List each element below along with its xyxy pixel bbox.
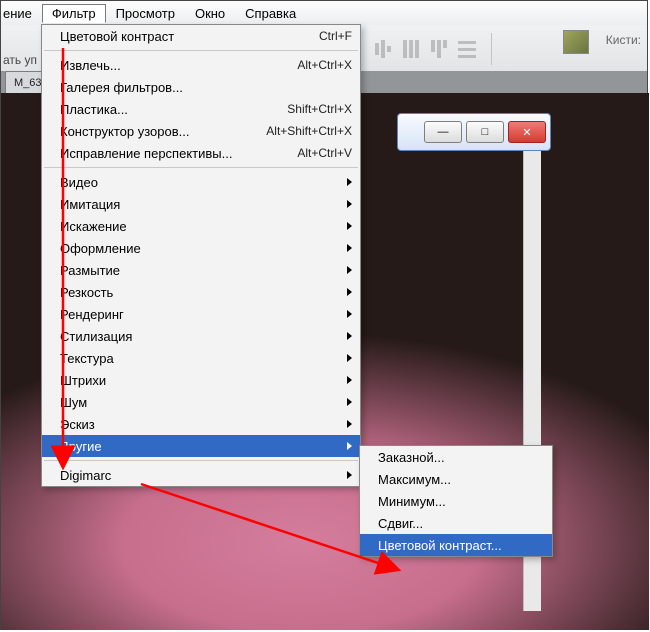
- submenu-arrow-icon: [347, 288, 352, 296]
- menubar-item-partial[interactable]: ение: [3, 4, 42, 23]
- submenu-item-label: Максимум...: [378, 472, 544, 487]
- menu-item-label: Другие: [60, 439, 341, 454]
- menubar-item-view[interactable]: Просмотр: [106, 4, 185, 23]
- menu-item-label: Текстура: [60, 351, 341, 366]
- window-close-button[interactable]: ✕: [508, 121, 546, 143]
- menu-item[interactable]: Штрихи: [42, 369, 360, 391]
- menu-item-label: Эскиз: [60, 417, 341, 432]
- align-icon-2[interactable]: [401, 37, 421, 61]
- menu-item-label: Исправление перспективы...: [60, 146, 297, 161]
- submenu-arrow-icon: [347, 222, 352, 230]
- menu-item[interactable]: Искажение: [42, 215, 360, 237]
- submenu-item[interactable]: Сдвиг...: [360, 512, 552, 534]
- menu-item[interactable]: Стилизация: [42, 325, 360, 347]
- submenu-item[interactable]: Минимум...: [360, 490, 552, 512]
- menu-item[interactable]: Оформление: [42, 237, 360, 259]
- distribute-icon[interactable]: [457, 37, 477, 61]
- menubar-item-help[interactable]: Справка: [235, 4, 306, 23]
- menu-item[interactable]: Имитация: [42, 193, 360, 215]
- filter-other-submenu: Заказной... Максимум... Минимум... Сдвиг...…: [359, 445, 553, 557]
- menu-item[interactable]: Исправление перспективы...Alt+Ctrl+V: [42, 142, 360, 164]
- brush-preview-icon[interactable]: [563, 30, 589, 54]
- menu-item-label: Имитация: [60, 197, 341, 212]
- submenu-arrow-icon: [347, 332, 352, 340]
- align-icon[interactable]: [373, 37, 393, 61]
- menu-item-label: Оформление: [60, 241, 341, 256]
- menu-item-label: Рендеринг: [60, 307, 341, 322]
- menubar: ение Фильтр Просмотр Окно Справка: [1, 1, 647, 26]
- menu-item-label: Штрихи: [60, 373, 341, 388]
- menu-item[interactable]: Эскиз: [42, 413, 360, 435]
- menu-item-label: Размытие: [60, 263, 341, 278]
- document-window-titlebar[interactable]: — □ ✕: [397, 113, 551, 151]
- submenu-arrow-icon: [347, 398, 352, 406]
- submenu-arrow-icon: [347, 178, 352, 186]
- menu-item[interactable]: Digimarc: [42, 464, 360, 486]
- menu-item-label: Искажение: [60, 219, 341, 234]
- menu-item-label: Пластика...: [60, 102, 287, 117]
- submenu-arrow-icon: [347, 244, 352, 252]
- menu-item-shortcut: Alt+Ctrl+V: [297, 146, 352, 160]
- toolbar-icon-group: [373, 33, 498, 65]
- menu-item-shortcut: Alt+Ctrl+X: [297, 58, 352, 72]
- menu-item-shortcut: Alt+Shift+Ctrl+X: [266, 124, 352, 138]
- menu-separator: [44, 50, 358, 51]
- submenu-item[interactable]: Максимум...: [360, 468, 552, 490]
- menu-item-label: Видео: [60, 175, 341, 190]
- submenu-arrow-icon: [347, 376, 352, 384]
- submenu-item-label: Сдвиг...: [378, 516, 544, 531]
- menu-item-label: Резкость: [60, 285, 341, 300]
- menu-item[interactable]: Текстура: [42, 347, 360, 369]
- menu-item-label: Digimarc: [60, 468, 341, 483]
- submenu-item-label: Минимум...: [378, 494, 544, 509]
- menu-item[interactable]: Размытие: [42, 259, 360, 281]
- submenu-arrow-icon: [347, 471, 352, 479]
- menu-item[interactable]: Извлечь...Alt+Ctrl+X: [42, 54, 360, 76]
- menu-item[interactable]: Шум: [42, 391, 360, 413]
- toolbar-separator: [491, 33, 492, 65]
- menubar-item-window[interactable]: Окно: [185, 4, 235, 23]
- menu-item-label: Галерея фильтров...: [60, 80, 352, 95]
- window-minimize-button[interactable]: —: [424, 121, 462, 143]
- options-bar-partial-text: ать уп: [3, 53, 37, 67]
- window-maximize-button[interactable]: □: [466, 121, 504, 143]
- submenu-item[interactable]: Цветовой контраст...: [360, 534, 552, 556]
- submenu-item-label: Заказной...: [378, 450, 544, 465]
- menu-item-label: Стилизация: [60, 329, 341, 344]
- brush-label: Кисти:: [606, 33, 641, 47]
- menu-item-label: Конструктор узоров...: [60, 124, 266, 139]
- menu-item[interactable]: Цветовой контрастCtrl+F: [42, 25, 360, 47]
- submenu-arrow-icon: [347, 266, 352, 274]
- submenu-arrow-icon: [347, 442, 352, 450]
- menu-separator: [44, 167, 358, 168]
- menu-item-shortcut: Shift+Ctrl+X: [287, 102, 352, 116]
- menu-item-label: Извлечь...: [60, 58, 297, 73]
- menu-item[interactable]: Конструктор узоров...Alt+Shift+Ctrl+X: [42, 120, 360, 142]
- menu-item[interactable]: Галерея фильтров...: [42, 76, 360, 98]
- submenu-arrow-icon: [347, 420, 352, 428]
- app-root: ение Фильтр Просмотр Окно Справка ать уп…: [0, 0, 648, 630]
- filter-menu-dropdown: Цветовой контрастCtrl+FИзвлечь...Alt+Ctr…: [41, 24, 361, 487]
- menu-item[interactable]: Другие: [42, 435, 360, 457]
- menu-item[interactable]: Пластика...Shift+Ctrl+X: [42, 98, 360, 120]
- submenu-item-label: Цветовой контраст...: [378, 538, 544, 553]
- align-icon-3[interactable]: [429, 37, 449, 61]
- submenu-arrow-icon: [347, 310, 352, 318]
- menu-item-shortcut: Ctrl+F: [319, 29, 352, 43]
- submenu-arrow-icon: [347, 200, 352, 208]
- menu-item[interactable]: Резкость: [42, 281, 360, 303]
- menu-item[interactable]: Видео: [42, 171, 360, 193]
- menubar-item-filter[interactable]: Фильтр: [42, 4, 106, 23]
- menu-item-label: Цветовой контраст: [60, 29, 319, 44]
- menu-item[interactable]: Рендеринг: [42, 303, 360, 325]
- submenu-item[interactable]: Заказной...: [360, 446, 552, 468]
- submenu-arrow-icon: [347, 354, 352, 362]
- menu-separator: [44, 460, 358, 461]
- menu-item-label: Шум: [60, 395, 341, 410]
